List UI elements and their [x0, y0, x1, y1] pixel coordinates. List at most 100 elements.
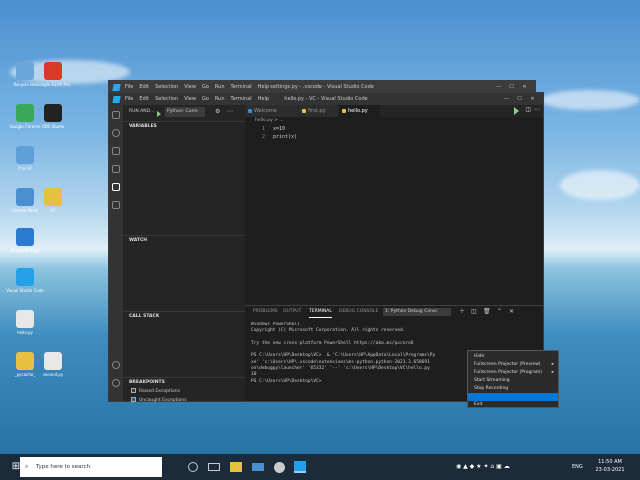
- checkbox[interactable]: [131, 388, 136, 393]
- menu-item[interactable]: Go: [202, 84, 209, 90]
- context-menu-item[interactable]: Start Streaming: [468, 377, 558, 385]
- split-editor-icon[interactable]: ◫: [525, 106, 531, 113]
- menu-item[interactable]: File: [125, 84, 133, 90]
- chevron-up-icon[interactable]: ⌃: [497, 306, 502, 318]
- minimize-button[interactable]: —: [500, 93, 513, 105]
- account-icon[interactable]: [112, 361, 120, 369]
- context-menu-item[interactable]: Fullscreen Projector (Program) ▸: [468, 369, 558, 377]
- checkbox[interactable]: [131, 397, 136, 402]
- input-language[interactable]: ENG: [572, 454, 583, 480]
- clock[interactable]: 11:50 AM 23-03-2021: [590, 458, 630, 480]
- desktop-icon-image: [44, 188, 62, 206]
- trash-icon[interactable]: 🗑: [483, 306, 491, 318]
- activity-bar: [109, 105, 123, 401]
- terminal-select[interactable]: 1: Python Debug Consc: [383, 308, 451, 316]
- taskbar-search-input[interactable]: ⌕ Type here to search: [20, 457, 162, 477]
- search-icon[interactable]: [112, 129, 120, 137]
- desktop-icon[interactable]: Visual Studio Code: [6, 268, 44, 293]
- editor-tab[interactable]: Welcome: [245, 105, 299, 117]
- desktop-icon-image: [16, 62, 34, 80]
- file-explorer-icon[interactable]: [230, 462, 242, 472]
- breakpoint-item[interactable]: Raised Exceptions: [131, 388, 180, 396]
- menu-item[interactable]: Go: [202, 96, 209, 102]
- split-terminal-icon[interactable]: ◫: [471, 306, 477, 318]
- menu-item[interactable]: Edit: [139, 96, 149, 102]
- close-button[interactable]: ✕: [526, 93, 539, 105]
- desktop-icon[interactable]: second.py: [34, 352, 72, 377]
- maximize-button[interactable]: ☐: [513, 93, 526, 105]
- code-line[interactable]: 1 x=10: [245, 125, 285, 133]
- start-debug-icon[interactable]: [157, 111, 161, 117]
- panel-tab[interactable]: PROBLEMS: [253, 306, 278, 318]
- run-sidebar: RUN AND... Python: Curre ⚙ ⋯ VARIABLES W…: [123, 105, 245, 403]
- desktop: Recycle Bin Google Earth Pro Google Chrome…: [0, 0, 640, 480]
- tray-icons[interactable]: ◉ ▲ ◆ ★ ✦ ⌂ ▣ ☁: [456, 463, 510, 480]
- menu-item[interactable]: Help: [258, 84, 269, 90]
- desktop-icon-image: [16, 228, 34, 246]
- desktop-icon[interactable]: OBS Studio: [34, 104, 72, 129]
- breakpoint-item[interactable]: Uncaught Exceptions: [131, 397, 187, 405]
- more-actions-icon[interactable]: ⋯: [227, 107, 233, 117]
- variables-section[interactable]: VARIABLES: [123, 121, 245, 130]
- run-debug-icon[interactable]: [112, 165, 120, 173]
- vscode-logo-icon: [112, 84, 121, 91]
- code-line[interactable]: 2 print(x): [245, 133, 297, 141]
- desktop-icon-label: This PC: [17, 166, 33, 171]
- code-editor[interactable]: 1 x=10 2 print(x): [245, 125, 543, 185]
- extensions-icon[interactable]: [112, 201, 120, 209]
- context-menu-item[interactable]: Stop Recording: [468, 385, 558, 393]
- menu-item[interactable]: File: [125, 96, 133, 102]
- menu-item[interactable]: Terminal: [231, 96, 252, 102]
- vscode-taskbar-icon[interactable]: [294, 461, 306, 473]
- menu-item[interactable]: Edit: [139, 84, 149, 90]
- explorer-icon[interactable]: [112, 111, 120, 119]
- menu-item[interactable]: View: [184, 96, 196, 102]
- more-icon[interactable]: ⋯: [534, 106, 540, 113]
- menu-item[interactable]: Help: [258, 96, 269, 102]
- title-bar[interactable]: File Edit Selection View Go Run Terminal Help h…: [109, 93, 543, 105]
- watch-section[interactable]: WATCH: [123, 235, 245, 244]
- editor-tabs: Welcome first.py hello.py: [245, 105, 543, 117]
- editor-tab[interactable]: hello.py: [339, 105, 381, 117]
- settings-gear-icon[interactable]: ⚙: [215, 107, 220, 117]
- desktop-icon[interactable]: VC: [34, 188, 72, 213]
- menu-item[interactable]: Run: [215, 96, 225, 102]
- panel-tab[interactable]: DEBUG CONSOLE: [339, 306, 378, 318]
- context-menu-item[interactable]: Hide: [468, 353, 558, 361]
- desktop-icon[interactable]: This PC: [6, 146, 44, 171]
- menu-item[interactable]: Run: [215, 84, 225, 90]
- debug-config-select[interactable]: Python: Curre: [165, 107, 205, 117]
- menu-item[interactable]: Selection: [155, 96, 178, 102]
- code-text: x=10: [273, 126, 286, 132]
- breadcrumb[interactable]: hello.py > ...: [255, 117, 284, 125]
- tab-label: Welcome: [254, 108, 277, 114]
- panel-tab[interactable]: TERMINAL: [309, 306, 332, 318]
- panel-tab[interactable]: OUTPUT: [283, 306, 301, 318]
- desktop-icon-image: [44, 352, 62, 370]
- obs-taskbar-icon[interactable]: [274, 462, 285, 473]
- call-stack-section[interactable]: CALL STACK: [123, 311, 245, 320]
- run-file-icon[interactable]: [514, 107, 519, 115]
- source-control-icon[interactable]: [112, 147, 120, 155]
- context-menu-item[interactable]: [468, 393, 558, 401]
- context-menu-item[interactable]: Fullscreen Projector (Preview) ▸: [468, 361, 558, 369]
- breakpoint-label: Raised Exceptions: [139, 389, 180, 394]
- mail-icon[interactable]: [252, 463, 264, 471]
- debug-icon[interactable]: [112, 183, 120, 191]
- desktop-icon-label: OBS Studio: [41, 124, 65, 129]
- menu-item[interactable]: Terminal: [231, 84, 252, 90]
- desktop-icon[interactable]: hello.py: [6, 310, 44, 335]
- cortana-icon[interactable]: [188, 462, 198, 472]
- desktop-icon[interactable]: Microsoft Edge: [6, 228, 44, 253]
- task-view-icon[interactable]: [208, 463, 220, 471]
- editor-tab[interactable]: first.py: [299, 105, 339, 117]
- desktop-icon[interactable]: Google Earth Pro: [34, 62, 72, 87]
- close-panel-icon[interactable]: ✕: [509, 306, 514, 318]
- desktop-icon-label: Google Earth Pro: [36, 82, 70, 87]
- menu-item[interactable]: Selection: [155, 84, 178, 90]
- menu-item[interactable]: View: [184, 84, 196, 90]
- gear-icon[interactable]: [112, 379, 120, 387]
- breakpoints-section[interactable]: BREAKPOINTS: [123, 377, 245, 386]
- context-menu-item[interactable]: Exit: [468, 401, 558, 409]
- new-terminal-icon[interactable]: ＋: [459, 306, 465, 318]
